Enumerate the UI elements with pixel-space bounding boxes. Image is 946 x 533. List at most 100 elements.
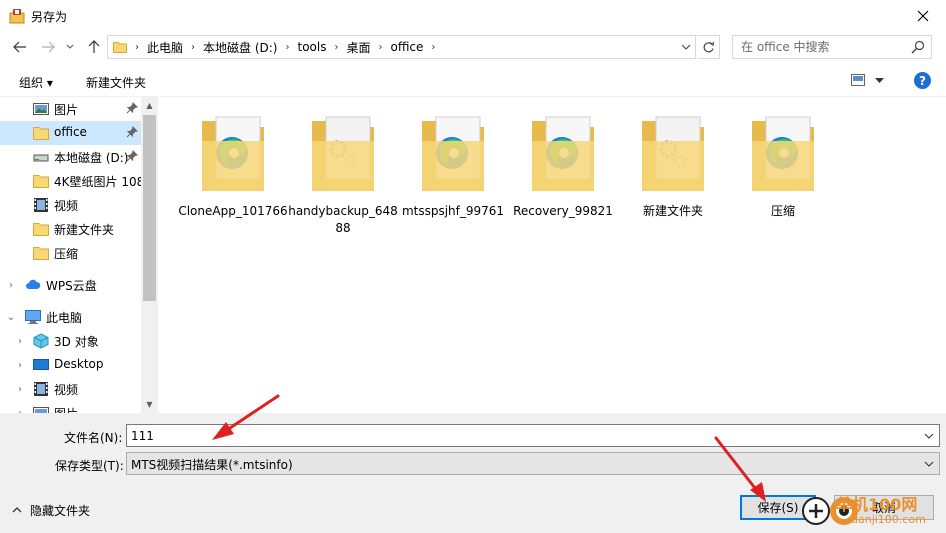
forward-button[interactable] (38, 37, 58, 57)
refresh-button[interactable] (697, 35, 720, 59)
command-bar: 组织 ▾ 新建文件夹 ? (0, 66, 946, 97)
nav-item-label: 图片 (54, 103, 79, 117)
arrow-right-icon (42, 41, 55, 53)
search-icon[interactable] (911, 40, 925, 54)
file-item[interactable]: mtsspsjhf_99761 (398, 111, 508, 241)
desktop-icon (33, 359, 49, 370)
hide-folders-label: 隐藏文件夹 (30, 503, 91, 518)
title-bar: 另存为 (0, 0, 946, 32)
folder-icon (113, 42, 127, 53)
breadcrumb-item[interactable]: 桌面 (339, 39, 377, 56)
edge-folder-icon (202, 116, 264, 191)
pin-icon (126, 126, 138, 138)
chevron-right-icon[interactable]: › (430, 42, 436, 53)
up-button[interactable] (84, 37, 104, 57)
chevron-down-icon (66, 44, 74, 49)
back-button[interactable] (10, 37, 30, 57)
scroll-down-icon[interactable]: ▼ (141, 396, 158, 413)
filename-input[interactable] (127, 425, 917, 446)
nav-item-label: 此电脑 (46, 311, 83, 325)
close-button[interactable] (900, 0, 946, 32)
pictures-icon (33, 407, 49, 413)
chevron-right-icon[interactable]: › (14, 377, 26, 401)
nav-item-label: office (54, 125, 87, 139)
nav-item-drive-d[interactable]: 本地磁盘 (D:) (0, 145, 141, 169)
nav-item-label: 4K壁纸图片 108 (54, 175, 141, 189)
breadcrumb: › 此电脑 › 本地磁盘 (D:) › tools › 桌面 › office … (134, 36, 436, 58)
nav-item-videos[interactable]: 视频 (0, 193, 141, 217)
chevron-right-icon[interactable]: › (14, 329, 26, 353)
nav-item-3d-objects[interactable]: › 3D 对象 (0, 329, 141, 353)
chevron-down-icon[interactable] (923, 430, 935, 442)
recent-locations-button[interactable] (63, 37, 77, 57)
edge-folder-icon (752, 116, 814, 191)
file-list: CloneApp_101766 handybackup_64888 mtssps… (160, 97, 946, 413)
nav-item-label: 本地磁盘 (D:) (54, 151, 129, 165)
scroll-up-icon[interactable]: ▲ (141, 97, 158, 114)
nav-item-label: WPS云盘 (46, 279, 97, 293)
search-input[interactable] (733, 36, 903, 58)
nav-item-wps-cloud[interactable]: › WPS云盘 (0, 273, 141, 297)
nav-item-wallpapers[interactable]: 4K壁纸图片 108 (0, 169, 141, 193)
file-item[interactable]: handybackup_64888 (288, 111, 398, 241)
videos-icon (34, 198, 48, 212)
nav-item-this-pc[interactable]: ⌄ 此电脑 (0, 305, 141, 329)
scrollbar-thumb[interactable] (143, 115, 156, 301)
filename-field[interactable] (126, 424, 940, 447)
breadcrumb-item[interactable]: tools (290, 40, 333, 54)
address-bar[interactable]: › 此电脑 › 本地磁盘 (D:) › tools › 桌面 › office … (107, 35, 696, 59)
search-box[interactable] (732, 35, 932, 59)
chevron-up-icon (12, 507, 22, 513)
nav-item-office[interactable]: office (0, 121, 141, 145)
chevron-down-icon[interactable]: ⌄ (5, 305, 17, 329)
nav-item-label: 压缩 (54, 247, 79, 261)
videos-icon (34, 382, 48, 396)
view-layout-icon (851, 74, 865, 86)
organize-button[interactable]: 组织 ▾ (19, 74, 53, 91)
computer-icon (25, 310, 41, 324)
nav-item-label: 视频 (54, 199, 79, 213)
nav-item-label: 3D 对象 (54, 335, 99, 349)
breadcrumb-item[interactable]: office (383, 40, 430, 54)
breadcrumb-item[interactable]: 此电脑 (140, 39, 190, 56)
edge-folder-icon (422, 116, 484, 191)
nav-item-pictures[interactable]: 图片 (0, 97, 141, 121)
new-folder-button[interactable]: 新建文件夹 (86, 74, 146, 91)
edge-folder-icon (532, 116, 594, 191)
pin-icon (126, 150, 138, 162)
chevron-right-icon[interactable]: › (14, 401, 26, 414)
help-button[interactable]: ? (914, 72, 931, 89)
drive-icon (33, 154, 49, 162)
chevron-right-icon[interactable]: › (5, 273, 17, 297)
cloud-icon (26, 279, 41, 289)
navigation-pane: 图片 office 本地磁盘 (D:) 4K壁纸图片 108 视频 新建文件夹 … (0, 97, 158, 413)
pin-icon (126, 102, 138, 114)
nav-item-compress[interactable]: 压缩 (0, 241, 141, 265)
save-dialog-icon (9, 9, 25, 24)
file-item[interactable]: Recovery_99821 (508, 111, 618, 241)
nav-item-new-folder[interactable]: 新建文件夹 (0, 217, 141, 241)
hide-folders-toggle[interactable]: 隐藏文件夹 (12, 501, 90, 519)
nav-scrollbar[interactable]: ▲ ▼ (141, 97, 158, 413)
close-icon (917, 10, 929, 22)
caret-down-icon[interactable] (875, 78, 884, 84)
file-item[interactable]: 新建文件夹 (618, 111, 728, 241)
filename-label: 文件名(N): (64, 431, 123, 445)
nav-item-videos-pc[interactable]: › 视频 (0, 377, 141, 401)
breadcrumb-item[interactable]: 本地磁盘 (D:) (196, 39, 284, 56)
3d-objects-icon (33, 333, 49, 349)
view-options-button[interactable] (851, 74, 867, 88)
file-item[interactable]: 压缩 (728, 111, 838, 241)
chevron-down-icon (924, 461, 934, 467)
file-item[interactable]: CloneApp_101766 (178, 111, 288, 241)
chevron-right-icon[interactable]: › (14, 353, 26, 377)
nav-item-label: 视频 (54, 383, 79, 397)
nav-item-pictures-pc[interactable]: › 图片 (0, 401, 141, 413)
settings-folder-icon (312, 116, 374, 191)
save-button[interactable]: 保存(S) (740, 495, 816, 520)
chevron-down-icon[interactable] (679, 39, 693, 55)
watermark-url: danji100.com (851, 513, 926, 526)
filetype-select[interactable]: MTS视频扫描结果(*.mtsinfo) (126, 452, 940, 475)
nav-item-desktop[interactable]: › Desktop (0, 353, 141, 377)
file-name: 新建文件夹 (642, 204, 703, 218)
